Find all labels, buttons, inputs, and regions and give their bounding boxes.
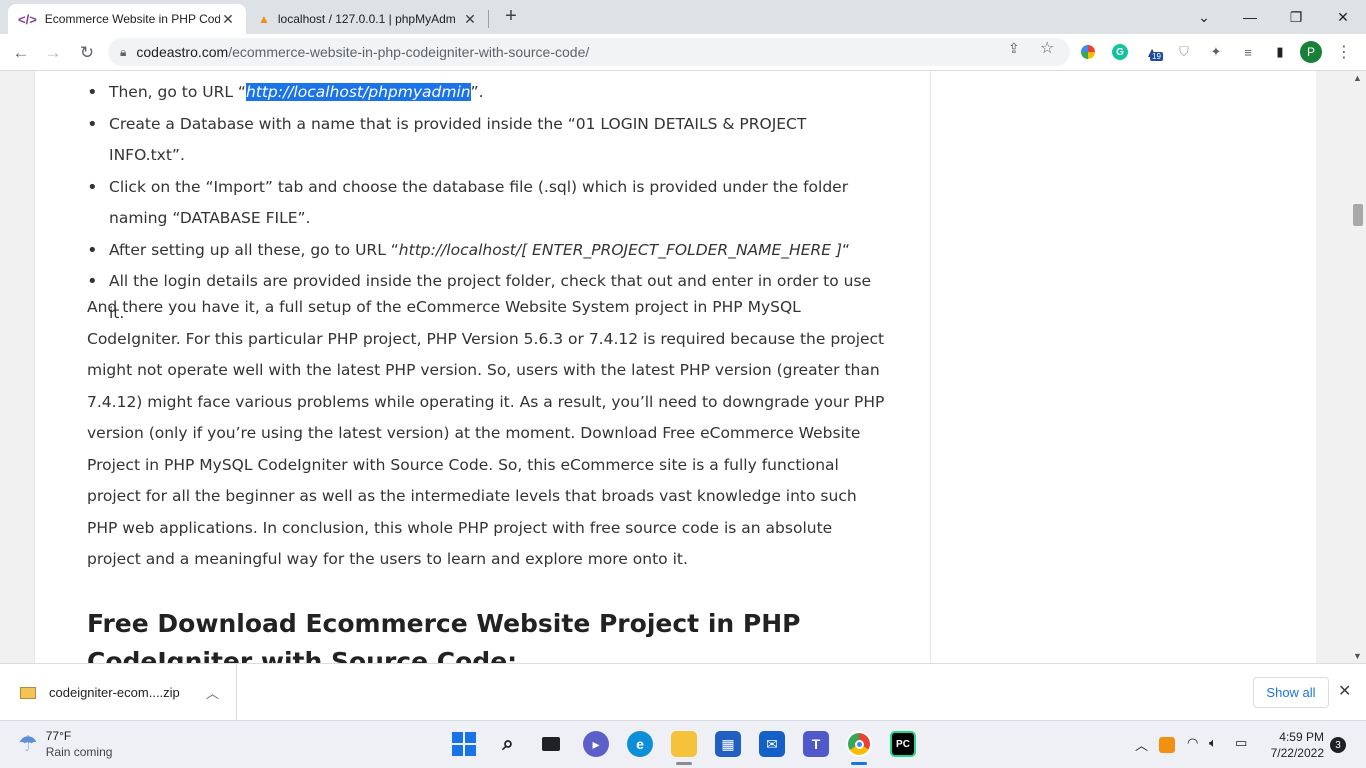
reading-list-icon[interactable]: ≡ xyxy=(1238,42,1258,62)
tab-title: localhost / 127.0.0.1 | phpMyAdm xyxy=(277,12,456,26)
tab-search-icon[interactable]: ⌄ xyxy=(1181,0,1227,34)
step-text: After setting up all these, go to URL “ xyxy=(109,240,399,259)
weather-description: Rain coming xyxy=(45,745,113,759)
teams-icon[interactable]: T xyxy=(803,731,829,757)
close-tab-icon[interactable]: ✕ xyxy=(462,11,478,28)
list-item: Create a Database with a name that is pr… xyxy=(87,109,887,172)
close-window-button[interactable]: ✕ xyxy=(1320,0,1366,34)
grammarly-icon[interactable]: G xyxy=(1110,42,1130,62)
extension-badge: 19 xyxy=(1150,52,1163,61)
weather-widget[interactable]: ☂ 77°F Rain coming xyxy=(18,728,112,760)
clock-date: 7/22/2022 xyxy=(1270,746,1324,760)
reload-button[interactable]: ↻ xyxy=(74,40,100,66)
chrome-icon[interactable] xyxy=(846,731,872,757)
show-all-button[interactable]: Show all xyxy=(1253,677,1329,708)
file-explorer-icon[interactable] xyxy=(671,731,697,757)
url-domain: codeastro.com xyxy=(136,44,229,60)
download-heading: Free Download Ecommerce Website Project … xyxy=(87,609,801,663)
restore-button[interactable]: ❐ xyxy=(1273,0,1319,34)
notification-badge[interactable]: 3 xyxy=(1330,737,1346,753)
download-item[interactable]: codeigniter-ecom....zip ︿ xyxy=(0,664,237,721)
pycharm-icon[interactable]: PC xyxy=(890,731,916,757)
active-indicator xyxy=(851,762,867,765)
new-tab-button[interactable]: + xyxy=(500,6,522,28)
battery-icon[interactable]: ▭ xyxy=(1235,735,1247,751)
volume-icon[interactable]: 🔈︎ xyxy=(1209,735,1217,751)
edge-browser-icon[interactable]: e xyxy=(627,731,653,757)
system-clock[interactable]: 4:59 PM 7/22/2022 xyxy=(1262,729,1324,761)
close-tab-icon[interactable]: ✕ xyxy=(220,11,236,28)
code-icon: </> xyxy=(18,11,37,27)
xampp-tray-icon[interactable] xyxy=(1159,737,1175,753)
forward-button[interactable]: → xyxy=(40,40,66,66)
extensions-puzzle-icon[interactable]: ✦ xyxy=(1206,42,1226,62)
summary-paragraph: And there you have it, a full setup of t… xyxy=(87,298,885,568)
profile-avatar[interactable]: P xyxy=(1300,41,1322,63)
task-view-icon[interactable] xyxy=(538,731,564,757)
mail-icon[interactable]: ✉ xyxy=(759,731,785,757)
phpmyadmin-icon: ▲ xyxy=(258,12,270,26)
scroll-up-icon[interactable]: ▲ xyxy=(1353,73,1362,83)
start-windows-icon[interactable] xyxy=(451,731,477,757)
close-shelf-icon[interactable]: ✕ xyxy=(1338,681,1351,701)
chat-icon[interactable]: ▸ xyxy=(583,731,609,757)
article-column: Then, go to URL “http://localhost/phpmya… xyxy=(34,71,931,663)
step-text: Then, go to URL “ xyxy=(109,83,246,101)
step-text: ”. xyxy=(470,83,484,101)
browser-menu-icon[interactable]: ⋮ xyxy=(1334,42,1354,62)
wifi-icon[interactable]: ◠ xyxy=(1187,735,1198,751)
list-item: After setting up all these, go to URL “h… xyxy=(87,235,887,267)
list-item: Then, go to URL “http://localhost/phpmya… xyxy=(87,77,887,109)
show-hidden-icons-chevron-icon[interactable]: ︿ xyxy=(1135,735,1148,754)
tab-phpmyadmin[interactable]: ▲ localhost / 127.0.0.1 | phpMyAdm ✕ xyxy=(248,4,488,34)
microsoft-store-icon[interactable]: ▦ xyxy=(715,731,741,757)
project-url: http://localhost/[ ENTER_PROJECT_FOLDER_… xyxy=(398,240,843,259)
scrollbar-thumb[interactable] xyxy=(1353,204,1363,226)
url-path: /ecommerce-website-in-php-codeigniter-wi… xyxy=(228,44,590,60)
page-sidebar xyxy=(931,71,1316,663)
side-panel-icon[interactable]: ▮ xyxy=(1270,42,1290,62)
tab-ecommerce[interactable]: </> Ecommerce Website in PHP Code ✕ xyxy=(8,4,246,34)
address-bar[interactable]: 🔒︎ codeastro.com /ecommerce-website-in-p… xyxy=(108,38,1070,66)
tab-divider xyxy=(488,10,489,28)
phpmyadmin-link[interactable]: http://localhost/phpmyadmin xyxy=(245,83,471,101)
step-text: “ xyxy=(842,240,851,259)
share-icon[interactable]: ⇪ xyxy=(1008,40,1020,57)
back-button[interactable]: ← xyxy=(8,40,34,66)
color-extension-icon[interactable] xyxy=(1078,42,1098,62)
zip-file-icon xyxy=(20,686,36,699)
list-item: Click on the “Import” tab and choose the… xyxy=(87,172,887,235)
bookmark-star-icon[interactable]: ☆ xyxy=(1040,38,1054,58)
search-icon[interactable]: ⌕ xyxy=(495,731,521,757)
windows-taskbar: ☂ 77°F Rain coming ⌕ ▸ e ▦ ✉ T PC ︿ ◠ 🔈︎… xyxy=(0,720,1366,768)
graduation-cap-extension-icon[interactable]: ▲ 19 xyxy=(1142,42,1163,62)
tab-strip: </> Ecommerce Website in PHP Code ✕ ▲ lo… xyxy=(0,0,1366,34)
active-indicator xyxy=(676,762,692,765)
clock-time: 4:59 PM xyxy=(1279,730,1324,744)
page-viewport: Then, go to URL “http://localhost/phpmya… xyxy=(0,71,1350,663)
shield-extension-icon[interactable]: ⛉ xyxy=(1174,42,1194,62)
temperature: 77°F xyxy=(45,729,72,743)
lock-icon: 🔒︎ xyxy=(120,44,127,59)
rain-cloud-icon: ☂ xyxy=(18,731,38,756)
chevron-up-icon[interactable]: ︿ xyxy=(206,683,219,702)
download-file-name: codeigniter-ecom....zip xyxy=(49,685,180,700)
page-scrollbar[interactable]: ▲ ▼ xyxy=(1350,71,1366,663)
tab-title: Ecommerce Website in PHP Code xyxy=(44,12,220,26)
browser-toolbar: ← → ↻ 🔒︎ codeastro.com /ecommerce-websit… xyxy=(0,34,1366,71)
scroll-down-icon[interactable]: ▼ xyxy=(1353,651,1362,661)
download-shelf: codeigniter-ecom....zip ︿ Show all ✕ xyxy=(0,663,1366,721)
minimize-button[interactable]: — xyxy=(1227,0,1273,34)
